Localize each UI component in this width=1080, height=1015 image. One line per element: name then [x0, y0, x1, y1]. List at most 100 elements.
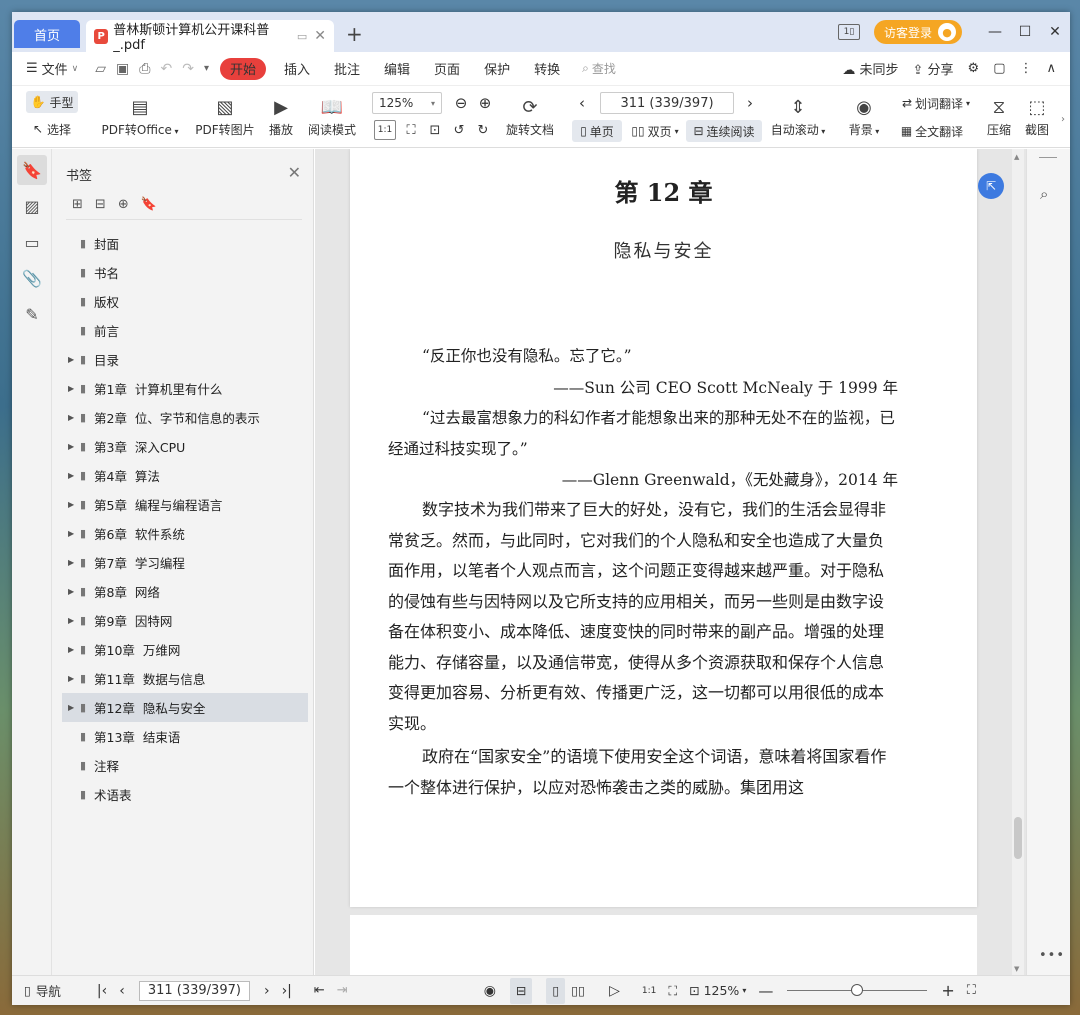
more-quick-icon[interactable]: ▾ [199, 63, 214, 74]
rotate-document-button[interactable]: ⟳ 旋转文档 [502, 90, 558, 146]
bookmark-item[interactable]: ▮ 前言 [62, 316, 308, 345]
last-page-icon[interactable]: ›| [276, 983, 298, 999]
zoom-in-status-icon[interactable]: + [935, 981, 960, 1000]
single-page-status-icon[interactable]: ▯ [546, 977, 566, 1004]
double-page-button[interactable]: ▯▯ 双页 ▾ [626, 120, 684, 142]
save-icon[interactable]: ▣ [111, 61, 134, 77]
print-icon[interactable]: ⎙ [134, 61, 155, 77]
fit-page-status-icon[interactable]: ⛶ [662, 983, 683, 999]
minimize-button[interactable]: — [980, 24, 1010, 40]
expand-arrow-icon[interactable]: ▶ [68, 558, 80, 567]
attachment-panel-icon[interactable]: 📎 [17, 263, 47, 293]
bookmark-item[interactable]: ▶ ▮ 第6章 软件系统 [62, 519, 308, 548]
navigation-toggle[interactable]: ▯ 导航 [12, 981, 67, 1000]
expand-arrow-icon[interactable]: ▶ [68, 500, 80, 509]
bookmark-item[interactable]: ▶ ▮ 第12章 隐私与安全 [62, 693, 308, 722]
bookmark-item[interactable]: ▶ ▮ 第1章 计算机里有什么 [62, 374, 308, 403]
bookmark-item[interactable]: ▶ ▮ 目录 [62, 345, 308, 374]
settings-icon[interactable]: ⚙ [968, 61, 980, 76]
fullscreen-icon[interactable]: ⛶ [961, 983, 982, 998]
menu-edit[interactable]: 编辑 [372, 59, 422, 78]
bookmark-item[interactable]: ▮ 版权 [62, 287, 308, 316]
hand-tool-button[interactable]: ✋ 手型 [26, 91, 78, 113]
page-number-input[interactable]: 311 (339/397) [600, 92, 734, 114]
play-status-icon[interactable]: ▷ [603, 983, 626, 999]
select-tool-button[interactable]: ↖ 选择 [26, 118, 78, 140]
forward-icon[interactable]: ⇥ [331, 983, 354, 998]
next-page-status-icon[interactable]: › [258, 983, 276, 999]
menu-convert[interactable]: 转换 [522, 59, 572, 78]
first-page-icon[interactable]: |‹ [91, 983, 113, 999]
bookmark-item[interactable]: ▶ ▮ 第2章 位、字节和信息的表示 [62, 403, 308, 432]
maximize-button[interactable]: ☐ [1010, 24, 1040, 40]
bookmark-options-icon[interactable]: 🔖 [141, 197, 157, 212]
search-text-icon[interactable]: ⌕ [1040, 185, 1048, 203]
ribbon-scroll-right-icon[interactable]: › [1058, 112, 1068, 126]
zoom-status-select[interactable]: ⊡ 125% ▾ [683, 983, 752, 998]
screenshot-button[interactable]: ⬚ 截图 [1020, 90, 1054, 146]
fit-width-icon[interactable]: ⊡ [424, 120, 446, 140]
menu-annotate[interactable]: 批注 [322, 59, 372, 78]
auto-scroll-button[interactable]: ⇕ 自动滚动 ▾ [768, 90, 828, 146]
bookmark-item[interactable]: ▮ 封面 [62, 229, 308, 258]
bookmark-item[interactable]: ▮ 术语表 [62, 780, 308, 809]
full-translate-button[interactable]: ▦ 全文翻译 [894, 120, 970, 142]
bookmark-item[interactable]: ▶ ▮ 第8章 网络 [62, 577, 308, 606]
pdf-to-image-button[interactable]: ▧ PDF转图片 [192, 90, 258, 146]
zoom-out-status-icon[interactable]: — [752, 982, 779, 1000]
bookmark-item[interactable]: ▶ ▮ 第4章 算法 [62, 461, 308, 490]
word-translate-button[interactable]: ⇄ 划词翻译 ▾ [894, 92, 978, 114]
close-panel-icon[interactable]: ✕ [288, 163, 301, 182]
file-menu[interactable]: ☰ 文件 ∨ [12, 59, 90, 78]
double-page-status-icon[interactable]: ▯▯ [565, 983, 591, 998]
bookmark-item[interactable]: ▮ 注释 [62, 751, 308, 780]
bookmark-item[interactable]: ▶ ▮ 第11章 数据与信息 [62, 664, 308, 693]
zoom-in-icon[interactable]: ⊕ [474, 92, 496, 114]
menu-page[interactable]: 页面 [422, 59, 472, 78]
actual-size-status-icon[interactable]: 1:1 [636, 986, 662, 996]
expand-arrow-icon[interactable]: ▶ [68, 355, 80, 364]
expand-arrow-icon[interactable]: ▶ [68, 587, 80, 596]
bookmark-item[interactable]: ▶ ▮ 第9章 因特网 [62, 606, 308, 635]
menu-insert[interactable]: 插入 [272, 59, 322, 78]
zoom-slider[interactable] [787, 983, 928, 998]
eye-protection-icon[interactable]: ◉ [478, 983, 502, 999]
expand-arrow-icon[interactable]: ▶ [68, 703, 80, 712]
compress-button[interactable]: ⧖ 压缩 [982, 90, 1016, 146]
expand-arrow-icon[interactable]: ▶ [68, 616, 80, 625]
comment-icon[interactable]: ▢ [993, 61, 1005, 76]
scroll-down-icon[interactable]: ▼ [1014, 965, 1019, 973]
next-page-icon[interactable]: › [740, 92, 760, 114]
vertical-scrollbar[interactable]: ▲ ▼ [1012, 149, 1024, 975]
collapse-ribbon-icon[interactable]: ∧ [1046, 61, 1056, 76]
rotate-right-icon[interactable]: ↻ [472, 120, 494, 140]
expand-all-icon[interactable]: ⊞ [72, 197, 83, 212]
single-page-button[interactable]: ▯ 单页 [572, 120, 622, 142]
fit-page-icon[interactable]: ⛶ [400, 120, 422, 140]
zoom-select[interactable]: 125% ▾ [372, 92, 442, 114]
expand-arrow-icon[interactable]: ▶ [68, 645, 80, 654]
scroll-up-icon[interactable]: ▲ [1014, 153, 1019, 161]
open-folder-icon[interactable]: ▱ [90, 61, 111, 77]
continuous-read-button[interactable]: ⊟ 连续阅读 [686, 120, 762, 142]
prev-page-status-icon[interactable]: ‹ [113, 983, 131, 999]
expand-arrow-icon[interactable]: ▶ [68, 471, 80, 480]
bookmark-item[interactable]: ▶ ▮ 第3章 深入CPU [62, 432, 308, 461]
tab-document[interactable]: P 普林斯顿计算机公开课科普_.pdf ▭ ✕ [86, 20, 334, 53]
expand-arrow-icon[interactable]: ▶ [68, 384, 80, 393]
bookmark-item[interactable]: ▶ ▮ 第10章 万维网 [62, 635, 308, 664]
sync-status[interactable]: ☁ 未同步 [842, 59, 898, 78]
play-button[interactable]: ▶ 播放 [264, 90, 298, 146]
rotate-left-icon[interactable]: ↺ [448, 120, 470, 140]
search-button[interactable]: ⌕ 查找 [582, 60, 616, 77]
signature-panel-icon[interactable]: ✎ [17, 299, 47, 329]
tab-home[interactable]: 首页 [14, 20, 80, 48]
thumbnail-panel-icon[interactable]: ▨ [17, 191, 47, 221]
tab-list-icon[interactable]: 1▯ [837, 24, 860, 40]
background-button[interactable]: ◉ 背景 ▾ [844, 90, 884, 146]
add-bookmark-icon[interactable]: ⊕ [118, 197, 129, 212]
zoom-slider-knob[interactable] [851, 983, 864, 996]
bookmark-item[interactable]: ▮ 第13章 结束语 [62, 722, 308, 751]
menu-start[interactable]: 开始 [219, 57, 266, 80]
close-tab-icon[interactable]: ✕ [314, 28, 326, 44]
